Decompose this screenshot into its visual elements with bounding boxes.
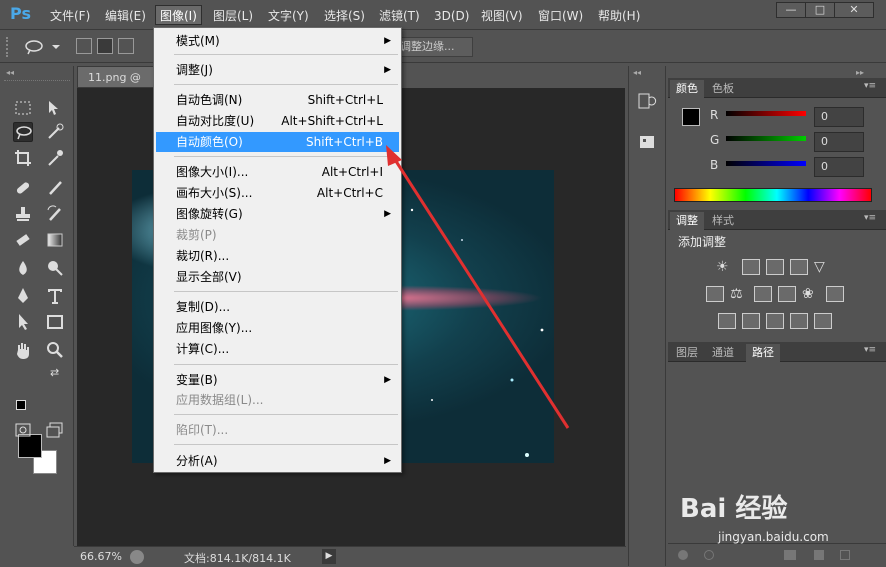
annotation-arrow (386, 145, 570, 429)
